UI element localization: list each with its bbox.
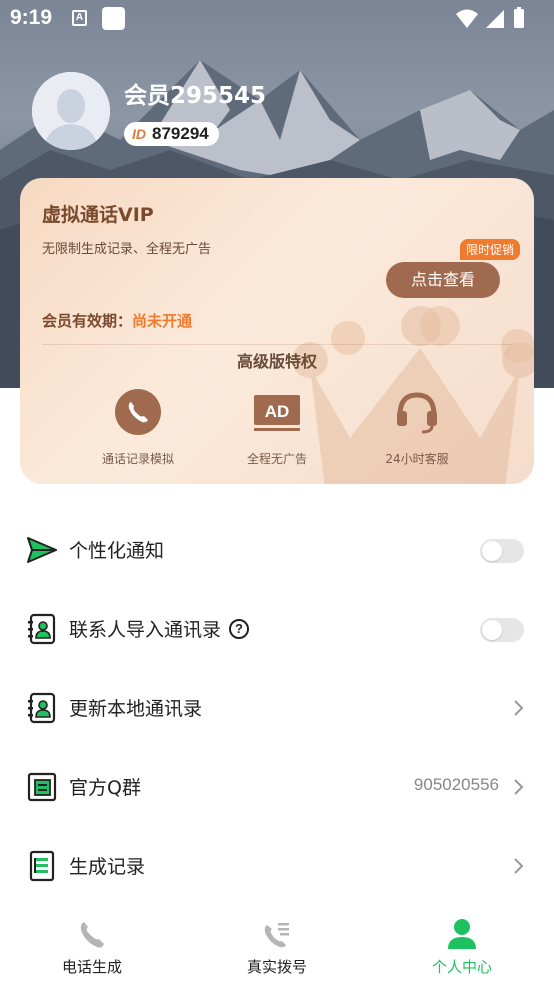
membership-validity: 会员有效期：尚未开通	[42, 310, 192, 331]
view-vip-button[interactable]: 点击查看	[386, 262, 500, 298]
menu-label: 个性化通知	[69, 540, 165, 562]
ad-icon-text: AD	[265, 402, 290, 421]
vip-title: 虚拟通话VIP	[42, 204, 154, 226]
privilege-call-record: 通话记录模拟	[68, 388, 208, 467]
privilege-label: 通话记录模拟	[101, 452, 174, 466]
status-time: 9:19	[10, 6, 53, 29]
status-bar: 9:19 A	[0, 0, 554, 38]
menu-item-official-group[interactable]: 官方Q群 905020556	[0, 749, 554, 827]
status-right-icons	[454, 7, 544, 35]
default-avatar-icon	[32, 72, 110, 150]
username: 会员295545	[124, 83, 267, 109]
user-id-badge: ID 879294	[124, 122, 219, 146]
help-icon[interactable]: ?	[229, 618, 250, 639]
menu-label: 官方Q群	[69, 777, 141, 799]
id-tag: ID	[132, 126, 146, 142]
record-icon	[29, 850, 55, 882]
vip-card[interactable]: 虚拟通话VIP 无限制生成记录、全程无广告 限时促销 点击查看 会员有效期：尚未…	[20, 178, 534, 484]
chevron-right-icon	[514, 858, 524, 874]
import-contacts-toggle[interactable]	[480, 618, 524, 642]
battery-icon	[514, 7, 524, 28]
qq-group-number: 905020556	[413, 775, 499, 794]
promo-badge: 限时促销	[460, 239, 521, 260]
notifications-toggle[interactable]	[480, 539, 524, 563]
wifi-icon	[456, 9, 478, 28]
menu-item-update-contacts[interactable]: 更新本地通讯录	[0, 670, 554, 748]
menu-label: 联系人导入通讯录	[69, 619, 222, 641]
privilege-no-ads: AD 全程无广告	[207, 388, 347, 467]
phone-icon	[80, 922, 104, 948]
menu-label: 生成记录	[69, 856, 146, 878]
chevron-right-icon	[514, 779, 524, 795]
ad-icon: AD	[254, 395, 300, 431]
privilege-label: 全程无广告	[246, 452, 307, 466]
nav-label: 个人中心	[431, 958, 492, 976]
validity-value: 尚未开通	[132, 312, 193, 330]
bottom-navigation: 电话生成 真实拨号 个人中心	[0, 906, 554, 984]
dial-icon	[264, 923, 289, 948]
nav-label: 电话生成	[61, 958, 122, 976]
user-id-number: 879294	[152, 124, 209, 143]
paper-plane-icon	[27, 537, 57, 563]
headset-icon	[397, 392, 437, 434]
phone-icon	[115, 389, 161, 435]
signal-icon	[486, 10, 504, 28]
tab-personal-center[interactable]: 个人中心	[370, 906, 554, 984]
privilege-label: 24小时客服	[385, 452, 449, 466]
notification-a-icon: A	[72, 10, 87, 26]
contact-book-icon	[28, 613, 56, 645]
divider	[42, 344, 512, 345]
menu-item-generation-records[interactable]: 生成记录	[0, 828, 554, 906]
privileges-title: 高级版特权	[236, 352, 317, 371]
menu-item-import-contacts[interactable]: 联系人导入通讯录 ?	[0, 591, 554, 669]
menu-label: 更新本地通讯录	[69, 698, 203, 720]
tab-real-dial[interactable]: 真实拨号	[185, 906, 369, 984]
nav-label: 真实拨号	[246, 958, 307, 976]
menu-item-notifications[interactable]: 个性化通知	[0, 512, 554, 590]
group-icon	[27, 772, 57, 802]
chevron-right-icon	[514, 700, 524, 716]
contact-book-icon	[28, 692, 56, 724]
person-icon	[448, 919, 476, 949]
privilege-support: 24小时客服	[347, 388, 487, 467]
notification-square-icon	[102, 7, 125, 30]
tab-phone-generate[interactable]: 电话生成	[0, 906, 184, 984]
avatar[interactable]	[32, 72, 110, 150]
validity-label: 会员有效期：	[42, 312, 133, 330]
vip-description: 无限制生成记录、全程无广告	[42, 242, 212, 257]
